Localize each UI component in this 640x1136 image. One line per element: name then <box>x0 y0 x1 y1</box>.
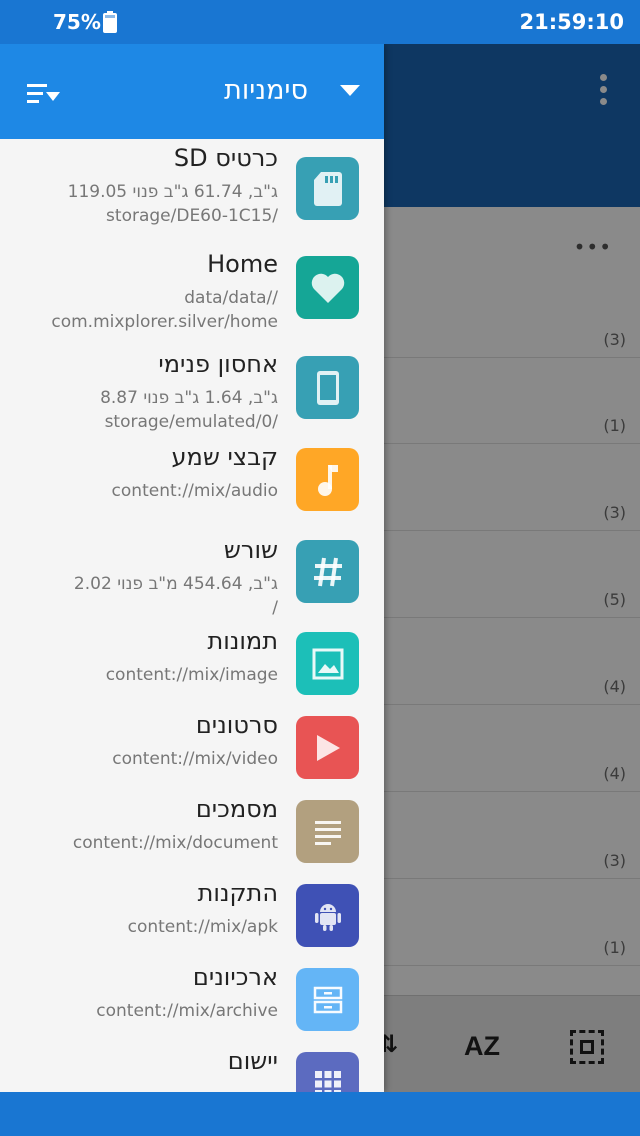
bookmark-item[interactable]: Home data/data// com.mixplorer.silver/home <box>0 250 384 340</box>
drawer-header: סימניות <box>0 44 384 139</box>
bookmark-item[interactable]: שורש 2.02 ג"ב, 454.64 מ"ב פנוי / <box>0 536 384 626</box>
bookmark-subtitle: data/data// <box>184 288 278 308</box>
battery-icon <box>103 11 117 33</box>
phone-icon <box>296 356 359 419</box>
bookmark-title: ארכיונים <box>192 963 278 991</box>
bookmark-title: אחסון פנימי <box>158 350 278 378</box>
bookmark-title: קבצי שמע <box>171 443 278 471</box>
bookmark-subtitle: content://mix/apk <box>127 917 278 937</box>
apps-grid-icon <box>296 1052 359 1092</box>
hash-icon <box>296 540 359 603</box>
bookmark-title: מסמכים <box>195 795 278 823</box>
bookmark-subtitle: storage/DE60-1C15/ <box>106 206 278 226</box>
bookmark-subtitle: com.mixplorer.silver/home <box>51 312 278 332</box>
bookmark-subtitle: content://mix/document <box>72 833 278 853</box>
bookmark-subtitle: storage/emulated/0/ <box>104 412 278 432</box>
bookmark-title: יישום <box>227 1047 278 1075</box>
sort-list-icon[interactable] <box>27 80 61 108</box>
bookmark-title: Home <box>207 250 278 278</box>
bookmark-item[interactable]: ארכיונים content://mix/archive <box>0 963 384 1053</box>
bookmark-item[interactable]: יישום <box>0 1047 384 1092</box>
bookmark-title: כרטיס SD <box>173 144 278 172</box>
bookmark-subtitle: 2.02 ג"ב, 454.64 מ"ב פנוי <box>73 574 278 594</box>
bookmarks-drawer: סימניות כרטיס SD 119.05 ג"ב, 61.74 ג"ב פנ… <box>0 44 384 1092</box>
bookmark-title: שורש <box>223 536 278 564</box>
clock: 21:59:10 <box>519 10 624 34</box>
status-bar: 75% 21:59:10 <box>0 0 640 44</box>
bookmark-item[interactable]: קבצי שמע content://mix/audio <box>0 443 384 533</box>
bookmark-title: תמונות <box>207 627 278 655</box>
image-icon <box>296 632 359 695</box>
bookmark-subtitle: 8.87 ג"ב, 1.64 ג"ב פנוי <box>100 388 278 408</box>
drawer-title[interactable]: סימניות <box>224 75 308 106</box>
bookmark-title: סרטונים <box>195 711 278 739</box>
bookmark-title: התקנות <box>197 879 278 907</box>
bookmark-item[interactable]: אחסון פנימי 8.87 ג"ב, 1.64 ג"ב פנוי storag… <box>0 350 384 440</box>
bookmark-item[interactable]: סרטונים content://mix/video <box>0 711 384 801</box>
bookmark-subtitle: content://mix/video <box>112 749 278 769</box>
android-icon <box>296 884 359 947</box>
document-icon <box>296 800 359 863</box>
bookmark-item[interactable]: כרטיס SD 119.05 ג"ב, 61.74 ג"ב פנוי storag… <box>0 144 384 234</box>
bookmark-subtitle: content://mix/archive <box>96 1001 278 1021</box>
sd-card-icon <box>296 157 359 220</box>
bookmark-subtitle: content://mix/image <box>105 665 278 685</box>
system-nav-bar <box>0 1092 640 1136</box>
play-icon <box>296 716 359 779</box>
bookmark-item[interactable]: מסמכים content://mix/document <box>0 795 384 885</box>
heart-icon <box>296 256 359 319</box>
music-note-icon <box>296 448 359 511</box>
bookmark-item[interactable]: תמונות content://mix/image <box>0 627 384 717</box>
chevron-down-icon[interactable] <box>340 85 360 96</box>
battery-level: 75% <box>53 10 101 34</box>
archive-icon <box>296 968 359 1031</box>
bookmark-subtitle: / <box>272 598 278 618</box>
bookmark-item[interactable]: התקנות content://mix/apk <box>0 879 384 969</box>
bookmark-subtitle: content://mix/audio <box>111 481 278 501</box>
bookmark-subtitle: 119.05 ג"ב, 61.74 ג"ב פנוי <box>67 182 278 202</box>
